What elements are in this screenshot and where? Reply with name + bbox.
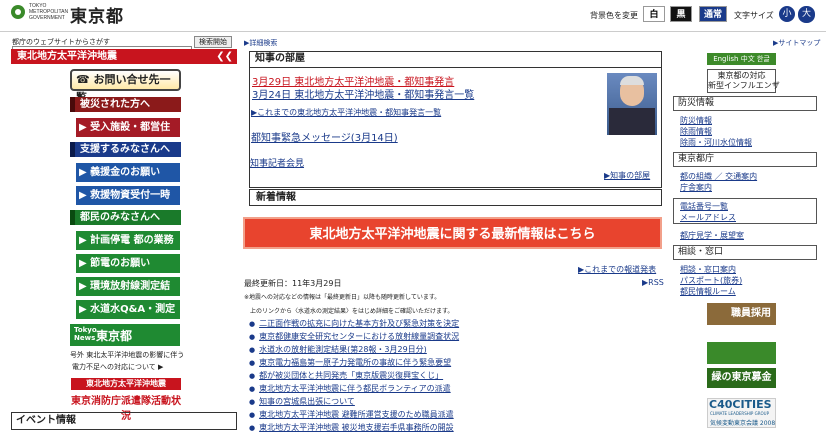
section-citizens-heading: 都民のみなさんへ — [70, 210, 181, 225]
c40-year: 気候変動東京会議 2008 — [710, 420, 776, 427]
governor-statement-list-link[interactable]: ▶これまでの東北地方太平洋沖地震・都知事発言一覧 — [251, 107, 441, 118]
counsel-link[interactable]: 都民情報ルーム — [680, 286, 736, 297]
office-link[interactable]: 庁舎案内 — [680, 182, 712, 193]
governor-room-panel — [249, 51, 662, 188]
news-item-link[interactable]: 東北地方太平洋沖地震 被災地支援岩手県事務所の開設 — [249, 422, 454, 433]
governor-statement-link-0324[interactable]: 3月24日 東北地方太平洋沖地震・都知事発言一覧 — [252, 86, 474, 101]
collapse-chevron-icon[interactable]: ❮❮ — [200, 49, 237, 64]
press-conference-link[interactable]: 知事記者会見 — [250, 156, 304, 169]
news-item-link[interactable]: 東北地方太平洋沖地震に伴う都民ボランティアの派遣 — [249, 383, 451, 394]
background-color-label: 背景色を変更 — [590, 11, 638, 20]
logo-japanese-text[interactable]: 東京都 — [70, 2, 124, 27]
affected-link-shelter[interactable]: ▶ 受入施設・都営住宅等 — [76, 118, 180, 152]
c40-subtitle: CLIMATE LEADERSHIP GROUP — [710, 411, 769, 416]
past-press-releases-link[interactable]: ▶これまでの報道発表 — [578, 264, 656, 275]
bg-white-button[interactable]: 白 — [643, 6, 665, 22]
last-updated-text: 最終更新日：11年3月29日 — [244, 279, 342, 288]
news-item-link[interactable]: 東京電力福島第一原子力発電所の事故に伴う緊急要望 — [249, 357, 451, 368]
citizen-link-water[interactable]: ▶ 水道水Q&A・測定結果 — [76, 300, 180, 334]
governor-photo-hair — [620, 76, 644, 85]
news-item-link[interactable]: 知事の宮城県出張について — [249, 396, 355, 407]
tokyo-logo-icon[interactable] — [10, 4, 26, 20]
c40-title: C40CITIES — [709, 398, 772, 411]
citizen-link-label: 節電のお願い — [90, 258, 151, 269]
font-large-button[interactable]: 大 — [798, 6, 815, 23]
news-item-link[interactable]: 東北地方太平洋沖地震 避難所運営支援のため職員派遣 — [249, 409, 454, 420]
tokyo-news-big-text: 東京都 — [96, 329, 133, 343]
update-note-2: 上のリンクから〈水道水の測定結果〉をはじめ詳細をご確認いただけます。 — [250, 308, 454, 315]
tokyo-office-heading: 東京都庁 — [673, 152, 817, 167]
governor-room-title: 知事の部屋 — [249, 51, 662, 68]
tokyo-news-small-text: Tokyo News — [74, 326, 97, 342]
office-tour-link[interactable]: 都庁見学・展望室 — [680, 230, 744, 241]
tokyo-news-banner[interactable]: Tokyo News 東京都 — [70, 324, 180, 346]
update-note-1: ※地震への対応などの情報は「最終更新日」以降も随時更新しています。 — [244, 294, 441, 301]
news-item-link[interactable]: 東京都健康安全研究センターにおける放射線量調査状況 — [249, 331, 459, 342]
disaster-link[interactable]: 除雨情報 — [680, 126, 712, 137]
section-affected-heading: 被災された方へ — [70, 97, 181, 112]
counsel-link[interactable]: パスポート(旅券) — [680, 275, 742, 286]
governor-emergency-message-link[interactable]: 都知事緊急メッセージ(3月14日) — [251, 129, 398, 144]
email-address-link[interactable]: メールアドレス — [680, 212, 736, 223]
disaster-info-heading: 防災情報 — [673, 96, 817, 111]
header-divider — [0, 31, 826, 32]
news-item-link[interactable]: 水道水の放射能測定結果(第28報・3月29日分) — [249, 344, 427, 355]
sitemap-link[interactable]: ▶サイトマップ — [773, 38, 820, 48]
event-info-heading: イベント情報 — [11, 412, 237, 430]
office-link[interactable]: 都の組織 ／ 交通案内 — [680, 171, 757, 182]
font-size-label: 文字サイズ — [734, 11, 774, 20]
governor-photo-suit — [609, 108, 655, 135]
bg-normal-button[interactable]: 通常 — [699, 6, 727, 22]
support-link-supplies[interactable]: ▶ 救援物資受付一時中止 — [76, 186, 180, 220]
section-support-heading: 支援するみなさんへ — [70, 142, 181, 157]
advanced-search-link[interactable]: ▶詳細検索 — [244, 38, 277, 48]
bg-black-button[interactable]: 黒 — [670, 6, 692, 22]
citizen-link-power-saving[interactable]: ▶ 節電のお願い — [76, 254, 180, 273]
citizen-link-blackout[interactable]: ▶ 計画停電 都の業務変更 — [76, 231, 180, 265]
news-caption-line2[interactable]: 電力不足への対応について ▶ — [72, 362, 163, 372]
news-caption-line1[interactable]: 号外 東北太平洋沖地震の影響に伴う — [70, 350, 184, 360]
news-item-link[interactable]: 二正面作戦の拡充に向けた基本方針及び緊急対策を決定 — [249, 318, 459, 329]
news-item-link[interactable]: 都が被災団体と共同発売「東京版震災復興宝くじ」 — [249, 370, 443, 381]
news-heading: 新着情報 — [249, 189, 662, 206]
earthquake-red-label[interactable]: 東北地方太平洋沖地震 — [71, 378, 181, 390]
green-fund-banner[interactable]: 緑の東京募金 — [707, 368, 776, 388]
disaster-link[interactable]: 防災情報 — [680, 115, 712, 126]
influenza-banner[interactable]: 東京都の対応 新型インフルエンザ — [707, 69, 780, 93]
citizen-link-radiation[interactable]: ▶ 環境放射線測定結果 — [76, 277, 180, 311]
logo-english-text: TOKYO METROPOLITAN GOVERNMENT — [29, 3, 69, 21]
advanced-search-label: 詳細検索 — [249, 39, 278, 47]
rss-link[interactable]: ▶RSS — [642, 278, 664, 287]
governor-room-more-link[interactable]: ▶知事の部屋 — [604, 170, 650, 181]
search-button[interactable]: 検索開始 — [194, 36, 232, 48]
font-small-button[interactable]: 小 — [779, 6, 795, 22]
language-selector[interactable]: English 中文 한글 — [707, 53, 776, 65]
sitemap-label: サイトマップ — [778, 39, 821, 47]
disaster-link[interactable]: 除雨・河川水位情報 — [680, 137, 752, 148]
counsel-link[interactable]: 相談・窓口案内 — [680, 264, 736, 275]
contact-list-button[interactable]: ☎ お問い合せ先一覧 — [70, 69, 181, 104]
phone-list-link[interactable]: 電話番号一覧 — [680, 201, 728, 212]
earthquake-latest-banner[interactable]: 東北地方太平洋沖地震に関する最新情報はこちら — [243, 217, 662, 249]
staff-recruitment-banner[interactable]: 職員採用 — [707, 303, 776, 325]
counsel-heading: 相談・窓口 — [673, 245, 817, 260]
green-fund-image[interactable] — [707, 342, 776, 364]
support-link-donation[interactable]: ▶ 義援金のお願い — [76, 163, 180, 182]
support-link-label: 義援金のお願い — [90, 167, 161, 178]
